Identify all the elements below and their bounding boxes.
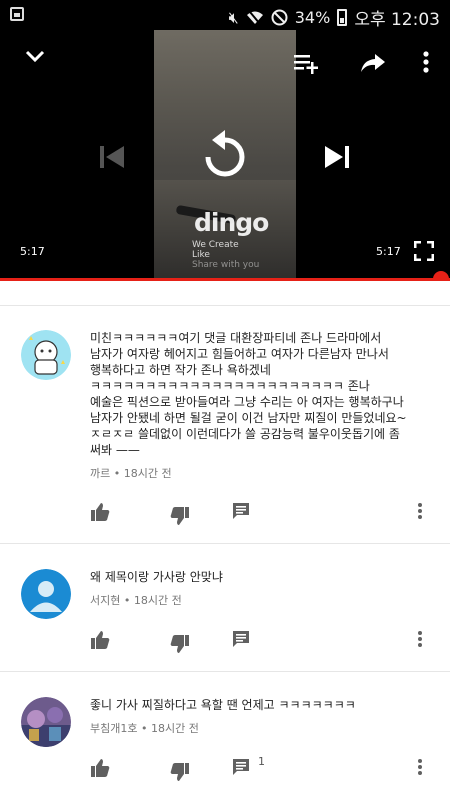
comment-body: 미친ㅋㅋㅋㅋㅋㅋ여기 댓글 대환장파티네 존나 드라마에서 남자가 여자랑 헤어… <box>90 330 420 481</box>
next-icon[interactable] <box>323 143 351 171</box>
reply-icon[interactable] <box>232 502 250 520</box>
thumbs-up-icon[interactable] <box>90 758 110 778</box>
comment-more-icon[interactable] <box>417 630 423 648</box>
comment-list: 미친ㅋㅋㅋㅋㅋㅋ여기 댓글 대환장파티네 존나 드라마에서 남자가 여자랑 헤어… <box>0 307 450 800</box>
comment-time: 18시간 전 <box>150 722 199 735</box>
replay-icon[interactable] <box>200 130 250 182</box>
comment-author[interactable]: 서지현 <box>90 594 120 607</box>
thumbs-up-icon[interactable] <box>90 502 110 522</box>
watermark-line-3: Share with you <box>192 260 260 270</box>
thumbs-up-icon[interactable] <box>90 630 110 650</box>
reply-icon[interactable] <box>232 758 250 776</box>
comment-time: 18시간 전 <box>133 594 182 607</box>
image-icon <box>10 7 24 21</box>
comment-actions <box>90 502 435 526</box>
clock: 오후 12:03 <box>354 10 440 30</box>
comment-item: 미친ㅋㅋㅋㅋㅋㅋ여기 댓글 대환장파티네 존나 드라마에서 남자가 여자랑 헤어… <box>0 307 450 544</box>
thumbs-down-icon[interactable] <box>170 762 190 782</box>
comment-more-icon[interactable] <box>417 502 423 520</box>
fullscreen-icon[interactable] <box>414 241 434 261</box>
comment-time: 18시간 전 <box>123 467 172 480</box>
comment-text: 미친ㅋㅋㅋㅋㅋㅋ여기 댓글 대환장파티네 존나 드라마에서 남자가 여자랑 헤어… <box>90 331 407 457</box>
watermark-logo: dingo <box>194 208 269 237</box>
comment-body: 왜 제목이랑 가사랑 안맞냐 서지현 • 18시간 전 <box>90 569 420 608</box>
status-icons: 🔇︎ 34% 오후 12:03 <box>228 5 440 31</box>
watermark-line-2: Like <box>192 250 210 260</box>
battery-percent: 34% <box>294 8 331 27</box>
comment-meta: 서지현 • 18시간 전 <box>90 594 182 607</box>
battery-icon <box>337 9 348 26</box>
comment-text: 왜 제목이랑 가사랑 안맞냐 <box>90 570 223 584</box>
comment-item: 왜 제목이랑 가사랑 안맞냐 서지현 • 18시간 전 <box>0 544 450 672</box>
thumbs-down-icon[interactable] <box>170 506 190 526</box>
reply-icon[interactable] <box>232 630 250 648</box>
share-icon[interactable] <box>360 52 386 74</box>
comment-meta: 부침개1호 • 18시간 전 <box>90 722 199 735</box>
watermark-line-1: We Create <box>192 240 239 250</box>
comment-item: 좋니 가사 찌질하다고 욕할 땐 언제고 ㅋㅋㅋㅋㅋㅋㅋ 부침개1호 • 18시… <box>0 672 450 800</box>
comment-author[interactable]: 부침개1호 <box>90 722 137 735</box>
comment-text: 좋니 가사 찌질하다고 욕할 땐 언제고 ㅋㅋㅋㅋㅋㅋㅋ <box>90 698 356 712</box>
comment-author[interactable]: 까르 <box>90 467 110 480</box>
mute-icon: 🔇︎ <box>228 7 239 27</box>
wifi-icon <box>246 10 263 25</box>
reply-count: 1 <box>258 755 265 768</box>
thumbs-down-icon[interactable] <box>170 634 190 654</box>
comment-body: 좋니 가사 찌질하다고 욕할 땐 언제고 ㅋㅋㅋㅋㅋㅋㅋ 부침개1호 • 18시… <box>90 697 420 736</box>
previous-icon[interactable] <box>98 143 126 171</box>
watermark-tagline: We Create Like Share with you <box>192 240 259 270</box>
progress-spacer <box>0 281 450 306</box>
comment-more-icon[interactable] <box>417 758 423 776</box>
avatar[interactable] <box>21 569 71 619</box>
chevron-down-icon[interactable] <box>24 49 46 63</box>
avatar[interactable] <box>21 330 71 380</box>
video-player[interactable]: dingo We Create Like Share with you 5:17… <box>0 30 450 280</box>
add-to-playlist-icon[interactable] <box>293 53 321 75</box>
more-options-icon[interactable] <box>422 50 430 74</box>
comment-actions <box>90 630 435 654</box>
comment-actions: 1 <box>90 755 435 782</box>
no-disturb-icon <box>271 9 288 26</box>
status-bar: 🔇︎ 34% 오후 12:03 <box>0 0 450 30</box>
avatar[interactable] <box>21 697 71 747</box>
comment-meta: 까르 • 18시간 전 <box>90 467 172 480</box>
current-time: 5:17 <box>20 245 45 258</box>
duration: 5:17 <box>376 245 401 258</box>
